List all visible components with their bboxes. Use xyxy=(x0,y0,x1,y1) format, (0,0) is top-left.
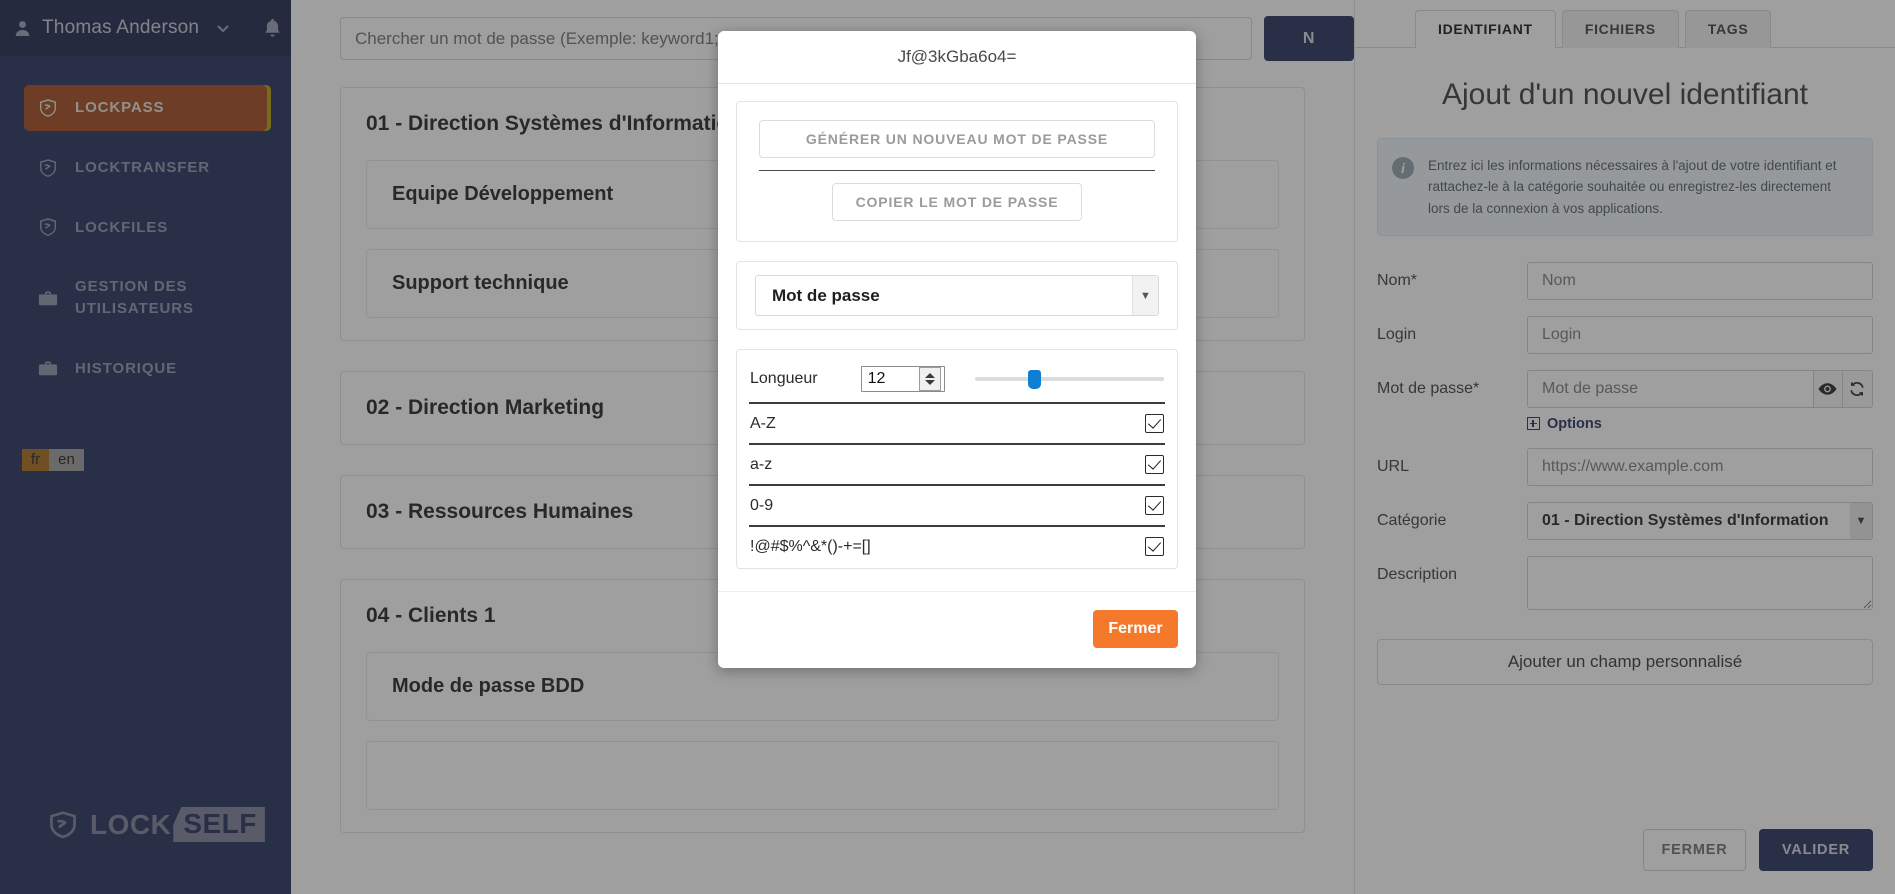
option-row-lowercase: a-z xyxy=(749,445,1165,486)
mode-select[interactable]: Mot de passe xyxy=(755,275,1159,316)
option-label: A-Z xyxy=(750,415,776,433)
generator-card: GÉNÉRER UN NOUVEAU MOT DE PASSE COPIER L… xyxy=(736,101,1178,242)
slider-track xyxy=(975,377,1164,381)
option-label: !@#$%^&*()-+=[] xyxy=(750,538,871,556)
slider-thumb[interactable] xyxy=(1028,370,1041,389)
options-card: Longueur A-Z a-z 0-9 xyxy=(736,349,1178,569)
generate-password-button[interactable]: GÉNÉRER UN NOUVEAU MOT DE PASSE xyxy=(759,120,1155,158)
password-generator-modal: Jf@3kGba6o4= GÉNÉRER UN NOUVEAU MOT DE P… xyxy=(718,31,1196,668)
app-root: Thomas Anderson LOCKPASS LOCKTRANSFER xyxy=(0,0,1895,894)
modal-footer: Fermer xyxy=(718,591,1196,668)
divider xyxy=(759,170,1155,171)
option-label: 0-9 xyxy=(750,497,773,515)
option-row-symbols: !@#$%^&*()-+=[] xyxy=(749,527,1165,566)
modal-body: GÉNÉRER UN NOUVEAU MOT DE PASSE COPIER L… xyxy=(718,84,1196,569)
uppercase-checkbox[interactable] xyxy=(1145,414,1164,433)
length-slider[interactable] xyxy=(975,369,1164,389)
copy-password-button[interactable]: COPIER LE MOT DE PASSE xyxy=(832,183,1082,221)
length-row: Longueur xyxy=(749,356,1165,404)
mode-select-wrap: Mot de passe ▼ xyxy=(755,275,1159,316)
option-row-digits: 0-9 xyxy=(749,486,1165,527)
length-label: Longueur xyxy=(750,370,818,388)
option-label: a-z xyxy=(750,456,772,474)
modal-title: Jf@3kGba6o4= xyxy=(718,31,1196,84)
mode-card: Mot de passe ▼ xyxy=(736,261,1178,330)
modal-close-button[interactable]: Fermer xyxy=(1093,610,1178,648)
option-row-uppercase: A-Z xyxy=(749,404,1165,445)
digits-checkbox[interactable] xyxy=(1145,496,1164,515)
length-stepper[interactable] xyxy=(919,367,941,391)
symbols-checkbox[interactable] xyxy=(1145,537,1164,556)
lowercase-checkbox[interactable] xyxy=(1145,455,1164,474)
